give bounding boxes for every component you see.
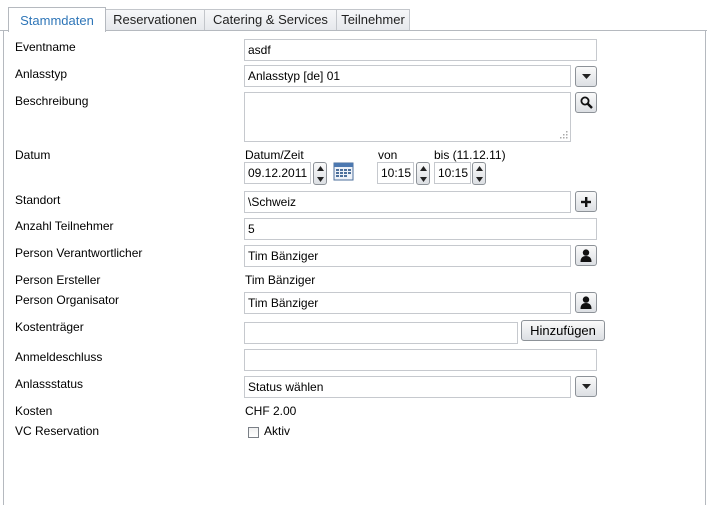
person-verantwortlicher-field[interactable]: Tim Bänziger [244, 245, 571, 267]
anlasstyp-select[interactable]: Anlasstyp [de] 01 [244, 65, 571, 87]
anzahl-teilnehmer-field[interactable]: 5 [244, 218, 597, 240]
person-organisator-field[interactable]: Tim Bänziger [244, 292, 571, 314]
anmeldeschluss-label: Anmeldeschluss [15, 350, 103, 364]
person-organisator-label: Person Organisator [15, 293, 120, 307]
spinner-up-icon [316, 166, 324, 171]
kostentraeger-label: Kostenträger [15, 320, 84, 334]
resize-grip-icon [560, 131, 568, 139]
person-ersteller-value: Tim Bänziger [245, 273, 316, 287]
beschreibung-textarea[interactable] [244, 92, 571, 142]
datum-label: Datum [15, 148, 51, 162]
spinner-up-icon [475, 166, 483, 171]
anlasstyp-dropdown-button[interactable] [575, 66, 597, 87]
tab-reservationen[interactable]: Reservationen [105, 9, 205, 30]
spinner-up-icon [419, 166, 427, 171]
person-verantwortlicher-label: Person Verantwortlicher [15, 246, 143, 260]
date-input[interactable]: 09.12.2011 [244, 162, 311, 184]
anlassstatus-label: Anlassstatus [15, 377, 84, 391]
bis-time-spinner[interactable] [472, 162, 486, 185]
person-icon [580, 296, 592, 309]
kosten-label: Kosten [15, 404, 53, 418]
anlassstatus-select[interactable]: Status wählen [244, 376, 571, 398]
person-icon [580, 249, 592, 262]
dropdown-arrow-icon [581, 383, 591, 389]
standort-add-button[interactable] [575, 191, 597, 212]
von-time-input[interactable]: 10:15 [377, 162, 414, 184]
beschreibung-search-button[interactable] [575, 92, 597, 113]
spinner-down-icon [316, 177, 324, 182]
eventname-label: Eventname [15, 40, 76, 54]
tab-bar: Stammdaten Reservationen Catering & Serv… [0, 0, 707, 32]
anzahl-teilnehmer-label: Anzahl Teilnehmer [15, 219, 114, 233]
beschreibung-label: Beschreibung [15, 94, 89, 108]
person-ersteller-label: Person Ersteller [15, 273, 101, 287]
person-organisator-button[interactable] [575, 292, 597, 313]
vc-reservation-label: VC Reservation [15, 424, 100, 438]
von-header: von [378, 148, 398, 162]
standort-label: Standort [15, 193, 61, 207]
person-verantwortlicher-button[interactable] [575, 245, 597, 266]
anlasstyp-label: Anlasstyp [15, 67, 68, 81]
calendar-icon[interactable] [333, 161, 355, 183]
tab-teilnehmer[interactable]: Teilnehmer [336, 9, 410, 30]
tab-stammdaten[interactable]: Stammdaten [8, 7, 106, 32]
aktiv-checkbox-label[interactable]: Aktiv [264, 424, 290, 438]
anmeldeschluss-field[interactable] [244, 349, 597, 371]
von-time-spinner[interactable] [416, 162, 430, 185]
anlassstatus-dropdown-button[interactable] [575, 376, 597, 397]
kostentraeger-field[interactable] [244, 322, 518, 344]
bis-header: bis (11.12.11) [434, 148, 506, 162]
standort-field[interactable]: \Schweiz [244, 191, 571, 213]
dropdown-arrow-icon [581, 73, 591, 79]
bis-time-input[interactable]: 10:15 [434, 162, 471, 184]
aktiv-checkbox[interactable] [248, 427, 259, 438]
spinner-down-icon [419, 177, 427, 182]
spinner-down-icon [475, 177, 483, 182]
search-icon [580, 96, 593, 109]
plus-icon [581, 196, 591, 207]
kosten-value: CHF 2.00 [245, 404, 297, 418]
hinzufuegen-button[interactable]: Hinzufügen [521, 320, 605, 341]
date-spinner[interactable] [313, 162, 327, 185]
tab-catering-services[interactable]: Catering & Services [204, 9, 337, 30]
datum-zeit-header: Datum/Zeit [245, 148, 304, 162]
eventname-field[interactable]: asdf [244, 39, 597, 61]
